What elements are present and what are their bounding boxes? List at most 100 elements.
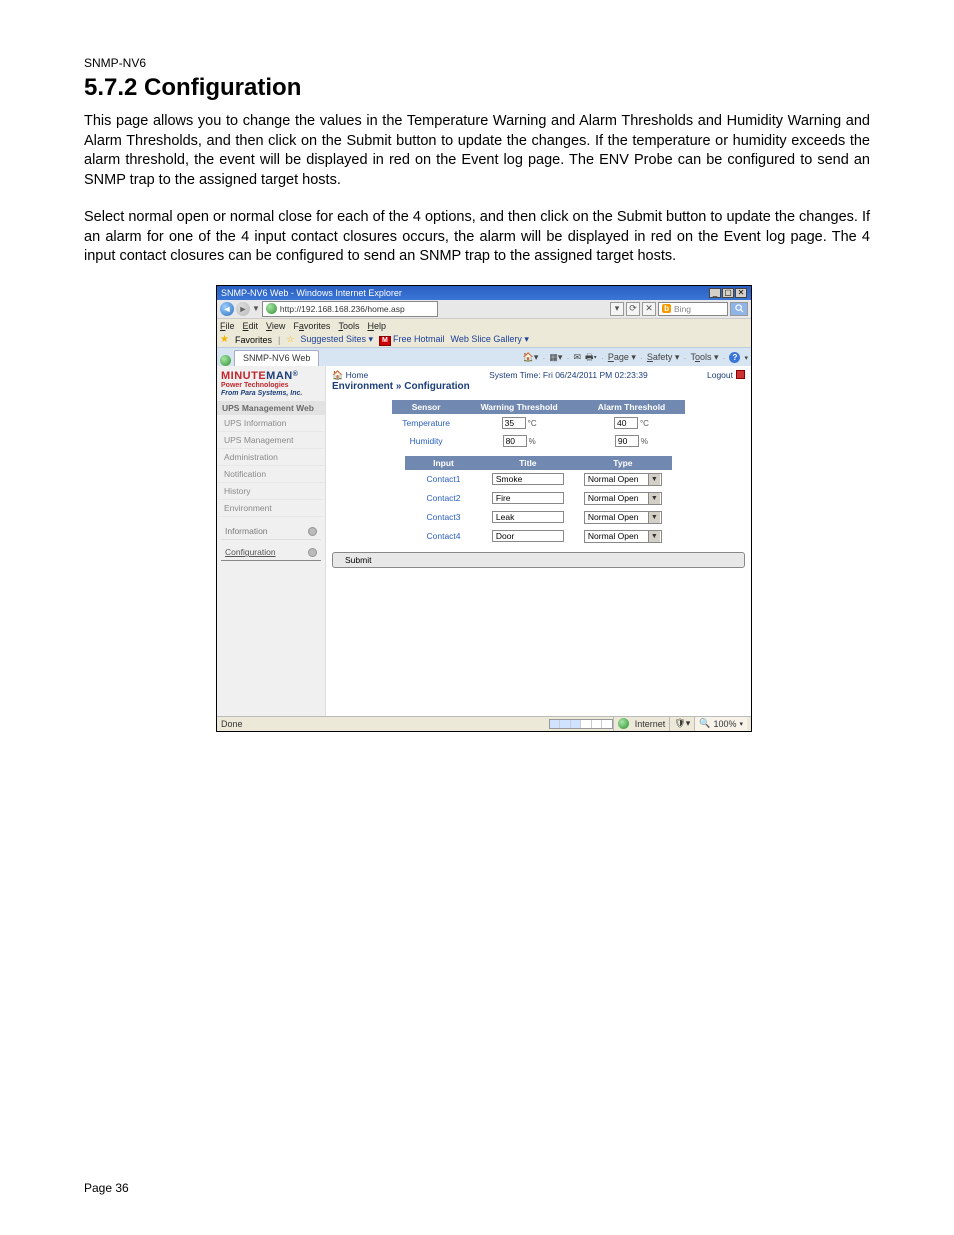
search-button[interactable] — [730, 302, 748, 316]
status-bar: Done Internet 🛡▾ 🔍 100% ▾ — [217, 716, 751, 731]
contact1-title-input[interactable]: Smoke — [492, 473, 564, 485]
sidebar: MINUTEMAN® Power Technologies From Para … — [217, 366, 326, 716]
col-alarm: Alarm Threshold — [578, 400, 686, 414]
doc-header: SNMP-NV6 — [84, 56, 870, 70]
logout-icon — [736, 370, 745, 379]
suggested-sites-icon: ☆ — [286, 334, 294, 345]
contact1-label: Contact1 — [405, 470, 482, 489]
forward-button[interactable]: ► — [236, 302, 250, 316]
back-button[interactable]: ◄ — [220, 302, 234, 316]
history-dropdown-icon[interactable]: ▼ — [252, 304, 260, 313]
table-row: Contact4 Door Normal Open — [405, 527, 672, 546]
page-menu[interactable]: Page ▾ — [608, 352, 636, 363]
nav-notification[interactable]: Notification — [217, 466, 325, 483]
tab-row: SNMP-NV6 Web 🏠▾ · ▦▾ · ✉ 🖶▾ · Page ▾ · S… — [217, 347, 751, 366]
doc-paragraph-2: Select normal open or normal close for e… — [84, 208, 870, 267]
zoom-control[interactable]: 🔍 100% ▾ — [694, 717, 747, 731]
nav-heading: UPS Management Web — [217, 401, 325, 415]
nav-ups-information[interactable]: UPS Information — [217, 415, 325, 432]
search-input[interactable]: b Bing — [658, 302, 728, 316]
home-crumb[interactable]: Home — [346, 370, 369, 380]
favorites-star-icon[interactable]: ★ — [220, 334, 229, 345]
minimize-button[interactable]: _ — [709, 288, 721, 298]
progress-segments — [549, 719, 613, 729]
contact3-title-input[interactable]: Leak — [492, 511, 564, 523]
home-icon[interactable]: 🏠▾ — [523, 352, 539, 363]
url-text: http://192.168.168.236/home.asp — [280, 304, 405, 314]
subnav-information[interactable]: Information — [221, 523, 321, 540]
nav-environment[interactable]: Environment — [217, 500, 325, 517]
menu-favorites[interactable]: Favorites — [293, 321, 330, 331]
tools-menu[interactable]: Tools ▾ — [690, 352, 718, 363]
input-table: Input Title Type Contact1 Smoke Normal O… — [405, 456, 672, 546]
contact2-title-input[interactable]: Fire — [492, 492, 564, 504]
contact2-label: Contact2 — [405, 489, 482, 508]
menu-tools[interactable]: Tools — [338, 321, 359, 331]
contact4-title-input[interactable]: Door — [492, 530, 564, 542]
logout-link[interactable]: Logout — [707, 370, 745, 380]
menu-help[interactable]: Help — [367, 321, 386, 331]
favorites-label[interactable]: Favorites — [235, 335, 272, 345]
suggested-sites-link[interactable]: Suggested Sites ▾ — [300, 334, 373, 345]
site-icon — [266, 303, 277, 314]
compat-view-icon[interactable]: ▾ — [610, 302, 624, 316]
menu-edit[interactable]: Edit — [243, 321, 259, 331]
close-button[interactable]: ✕ — [735, 288, 747, 298]
stop-icon[interactable]: ✕ — [642, 302, 656, 316]
menu-file[interactable]: File — [220, 321, 235, 331]
window-title: SNMP-NV6 Web - Windows Internet Explorer — [221, 288, 402, 298]
free-hotmail-link[interactable]: MFree Hotmail — [379, 334, 445, 346]
contact3-type-select[interactable]: Normal Open — [584, 511, 662, 524]
help-icon[interactable]: ? — [729, 352, 740, 363]
col-title: Title — [482, 456, 574, 470]
menu-view[interactable]: View — [266, 321, 285, 331]
temperature-alarm-input[interactable]: 40 — [614, 417, 638, 429]
doc-paragraph-1: This page allows you to change the value… — [84, 112, 870, 190]
col-input: Input — [405, 456, 482, 470]
read-mail-icon[interactable]: ✉ — [573, 352, 581, 363]
contact4-type-select[interactable]: Normal Open — [584, 530, 662, 543]
submit-button[interactable]: Submit — [332, 552, 745, 568]
protected-mode-seg: 🛡▾ — [669, 717, 694, 731]
page-title: Environment » Configuration — [332, 381, 470, 392]
window-titlebar: SNMP-NV6 Web - Windows Internet Explorer… — [217, 286, 751, 300]
protected-mode-icon: 🛡▾ — [674, 718, 690, 729]
temperature-warn-input[interactable]: 35 — [502, 417, 526, 429]
status-zone[interactable]: Internet — [613, 717, 670, 731]
doc-title: 5.7.2 Configuration — [84, 74, 870, 102]
nav-ups-management[interactable]: UPS Management — [217, 432, 325, 449]
browser-tab[interactable]: SNMP-NV6 Web — [234, 350, 319, 366]
favorites-bar: ★ Favorites | ☆ Suggested Sites ▾ MFree … — [217, 333, 751, 347]
col-type: Type — [574, 456, 672, 470]
humidity-warn-input[interactable]: 80 — [503, 435, 527, 447]
feeds-icon[interactable]: ▦▾ — [549, 352, 562, 363]
brand-logo: MINUTEMAN® Power Technologies From Para … — [217, 369, 325, 397]
contact2-type-select[interactable]: Normal Open — [584, 492, 662, 505]
sensor-table: Sensor Warning Threshold Alarm Threshold… — [392, 400, 686, 450]
contact4-label: Contact4 — [405, 527, 482, 546]
safety-menu[interactable]: Safety ▾ — [647, 352, 680, 363]
table-row: Contact3 Leak Normal Open — [405, 508, 672, 527]
web-slice-link[interactable]: Web Slice Gallery ▾ — [450, 334, 528, 345]
nav-history[interactable]: History — [217, 483, 325, 500]
favorites-separator: | — [278, 335, 280, 345]
col-sensor: Sensor — [392, 400, 461, 414]
row-temperature-label: Temperature — [392, 414, 461, 432]
subnav-configuration[interactable]: Configuration — [221, 544, 321, 561]
maximize-button[interactable]: ▢ — [722, 288, 734, 298]
system-time: System Time: Fri 06/24/2011 PM 02:23:39 — [489, 370, 648, 380]
search-placeholder: Bing — [674, 304, 691, 314]
contact1-type-select[interactable]: Normal Open — [584, 473, 662, 486]
page-number: Page 36 — [84, 1181, 129, 1195]
home-crumb-icon[interactable]: 🏠 — [332, 370, 343, 380]
url-input[interactable]: http://192.168.168.236/home.asp — [262, 301, 438, 317]
nav-administration[interactable]: Administration — [217, 449, 325, 466]
print-icon[interactable]: 🖶▾ — [585, 350, 597, 366]
refresh-icon[interactable]: ⟳ — [626, 302, 640, 316]
zoom-icon: 🔍 — [699, 718, 710, 729]
humidity-alarm-input[interactable]: 90 — [615, 435, 639, 447]
tab-icon — [220, 355, 231, 366]
gear-icon — [308, 548, 317, 557]
table-row: Contact1 Smoke Normal Open — [405, 470, 672, 489]
status-done: Done — [221, 719, 243, 729]
